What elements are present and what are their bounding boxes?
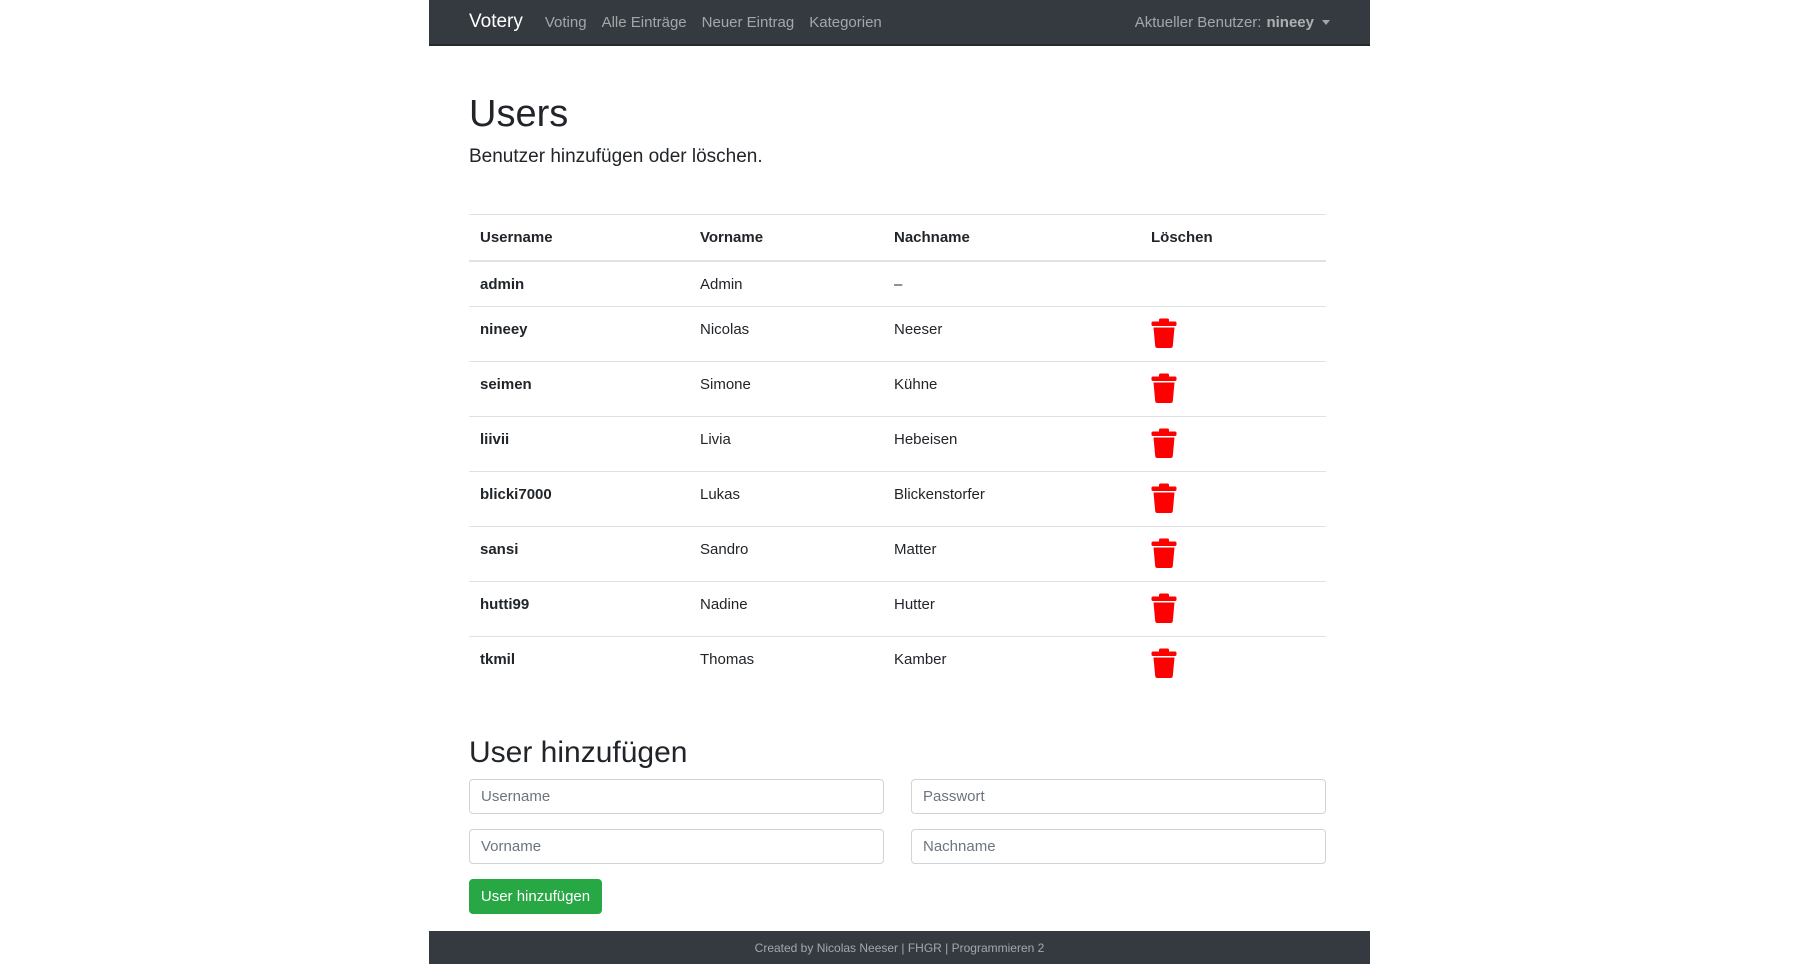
vorname-cell: Nicolas <box>700 321 750 338</box>
trash-icon[interactable] <box>1151 373 1177 403</box>
nav-link-alle-eintraege[interactable]: Alle Einträge <box>602 14 687 31</box>
table-row: hutti99 Nadine Hutter <box>469 582 1326 637</box>
nachname-cell: Matter <box>894 541 937 558</box>
delete-cell <box>1140 261 1326 307</box>
vorname-cell: Thomas <box>700 651 755 668</box>
column-header-loeschen: Löschen <box>1151 228 1213 246</box>
username-cell: admin <box>480 275 525 293</box>
vorname-cell: Livia <box>700 431 731 448</box>
delete-cell <box>1140 472 1326 527</box>
vorname-cell: Nadine <box>700 596 748 613</box>
column-header-username: Username <box>480 228 553 246</box>
delete-cell <box>1140 362 1326 417</box>
footer: Created by Nicolas Neeser | FHGR | Progr… <box>429 931 1370 964</box>
footer-text: Created by Nicolas Neeser | FHGR | Progr… <box>754 940 1045 955</box>
nav-link-neuer-eintrag[interactable]: Neuer Eintrag <box>702 14 795 31</box>
nachname-cell: Kühne <box>894 376 938 393</box>
delete-cell <box>1140 417 1326 472</box>
brand-logo[interactable]: Votery <box>469 11 523 33</box>
username-cell: liivii <box>480 431 510 448</box>
username-cell: sansi <box>480 541 519 558</box>
table-row: blicki7000 Lukas Blickenstorfer <box>469 472 1326 527</box>
users-table: Username Vorname Nachname Löschen admin A… <box>469 214 1326 692</box>
trash-icon[interactable] <box>1151 483 1177 513</box>
trash-icon[interactable] <box>1151 593 1177 623</box>
trash-icon[interactable] <box>1151 648 1177 678</box>
vorname-input[interactable] <box>469 829 884 864</box>
username-cell: hutti99 <box>480 596 530 613</box>
navbar: Votery Voting Alle Einträge Neuer Eintra… <box>429 0 1370 46</box>
nachname-cell: – <box>894 275 903 293</box>
username-cell: tkmil <box>480 651 516 668</box>
delete-cell <box>1140 527 1326 582</box>
add-user-button[interactable]: User hinzufügen <box>469 879 602 914</box>
column-header-nachname: Nachname <box>894 228 970 246</box>
current-user-name: nineey <box>1266 13 1314 31</box>
nav-link-voting[interactable]: Voting <box>545 14 587 31</box>
nav-link-kategorien[interactable]: Kategorien <box>809 14 882 31</box>
delete-cell <box>1140 582 1326 637</box>
delete-cell <box>1140 637 1326 692</box>
vorname-cell: Lukas <box>700 486 741 503</box>
trash-icon[interactable] <box>1151 538 1177 568</box>
password-input[interactable] <box>911 779 1326 814</box>
username-cell: blicki7000 <box>480 486 552 503</box>
delete-cell <box>1140 307 1326 362</box>
caret-down-icon <box>1322 19 1330 25</box>
table-row: seimen Simone Kühne <box>469 362 1326 417</box>
nachname-cell: Kamber <box>894 651 947 668</box>
nachname-cell: Hebeisen <box>894 431 958 448</box>
users-table-header: Username Vorname Nachname Löschen <box>469 214 1326 261</box>
nachname-cell: Neeser <box>894 321 943 338</box>
current-user-label: Aktueller Benutzer: <box>1134 13 1262 31</box>
table-row: admin Admin – <box>469 261 1326 307</box>
vorname-cell: Admin <box>700 275 743 293</box>
page-lead: Benutzer hinzufügen oder löschen. <box>469 146 763 167</box>
nachname-cell: Hutter <box>894 596 935 613</box>
username-cell: seimen <box>480 376 532 393</box>
users-table-body: admin Admin – nineey Nicolas Neeser seimen Simo… <box>469 261 1326 692</box>
vorname-cell: Sandro <box>700 541 749 558</box>
page-title: Users <box>469 93 569 135</box>
username-cell: nineey <box>480 321 528 338</box>
page: Votery Voting Alle Einträge Neuer Eintra… <box>429 0 1370 964</box>
trash-icon[interactable] <box>1151 428 1177 458</box>
nachname-cell: Blickenstorfer <box>894 486 985 503</box>
username-input[interactable] <box>469 779 884 814</box>
nachname-input[interactable] <box>911 829 1326 864</box>
current-user-dropdown[interactable]: Aktueller Benutzer: nineey <box>1135 14 1330 31</box>
table-row: nineey Nicolas Neeser <box>469 307 1326 362</box>
add-user-title: User hinzufügen <box>469 736 688 769</box>
column-header-vorname: Vorname <box>700 228 764 246</box>
table-row: liivii Livia Hebeisen <box>469 417 1326 472</box>
trash-icon[interactable] <box>1151 318 1177 348</box>
vorname-cell: Simone <box>700 376 751 393</box>
table-row: tkmil Thomas Kamber <box>469 637 1326 692</box>
table-row: sansi Sandro Matter <box>469 527 1326 582</box>
